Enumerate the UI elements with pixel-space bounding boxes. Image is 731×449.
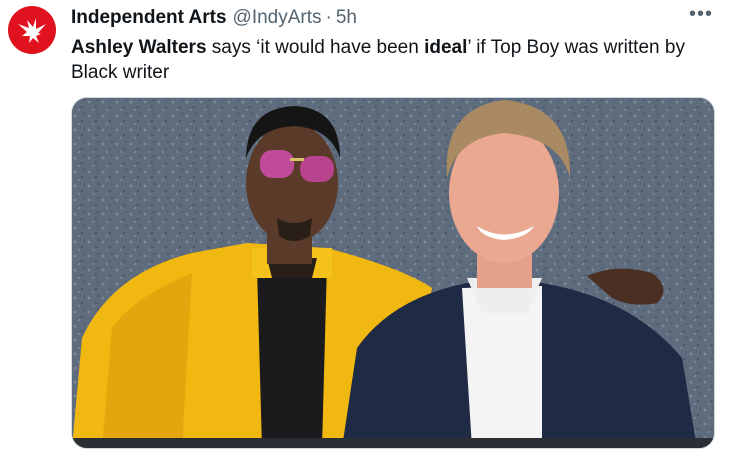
separator: · — [325, 7, 332, 28]
photo: ONLY THE BLIND — [72, 98, 714, 448]
jacket-text: ONLY THE BLIND — [297, 336, 308, 419]
tweet-text-part: says ‘it would have been — [206, 37, 425, 58]
tweet-image[interactable]: ONLY THE BLIND — [71, 97, 715, 449]
eagle-logo-icon — [18, 18, 46, 43]
tweet-text-part: ideal — [424, 37, 468, 58]
avatar[interactable] — [8, 6, 56, 54]
author-name[interactable]: Independent Arts — [71, 7, 227, 29]
tweet-header: Independent Arts @IndyArts · 5h — [71, 6, 711, 30]
tweet-text-part[interactable]: Ashley Walters — [71, 37, 207, 58]
author-handle[interactable]: @IndyArts — [233, 7, 322, 29]
tweet-text: Ashley Walters says ‘it would have been … — [71, 35, 711, 85]
more-dots-icon[interactable]: ••• — [689, 4, 713, 24]
timestamp[interactable]: 5h — [336, 7, 357, 29]
